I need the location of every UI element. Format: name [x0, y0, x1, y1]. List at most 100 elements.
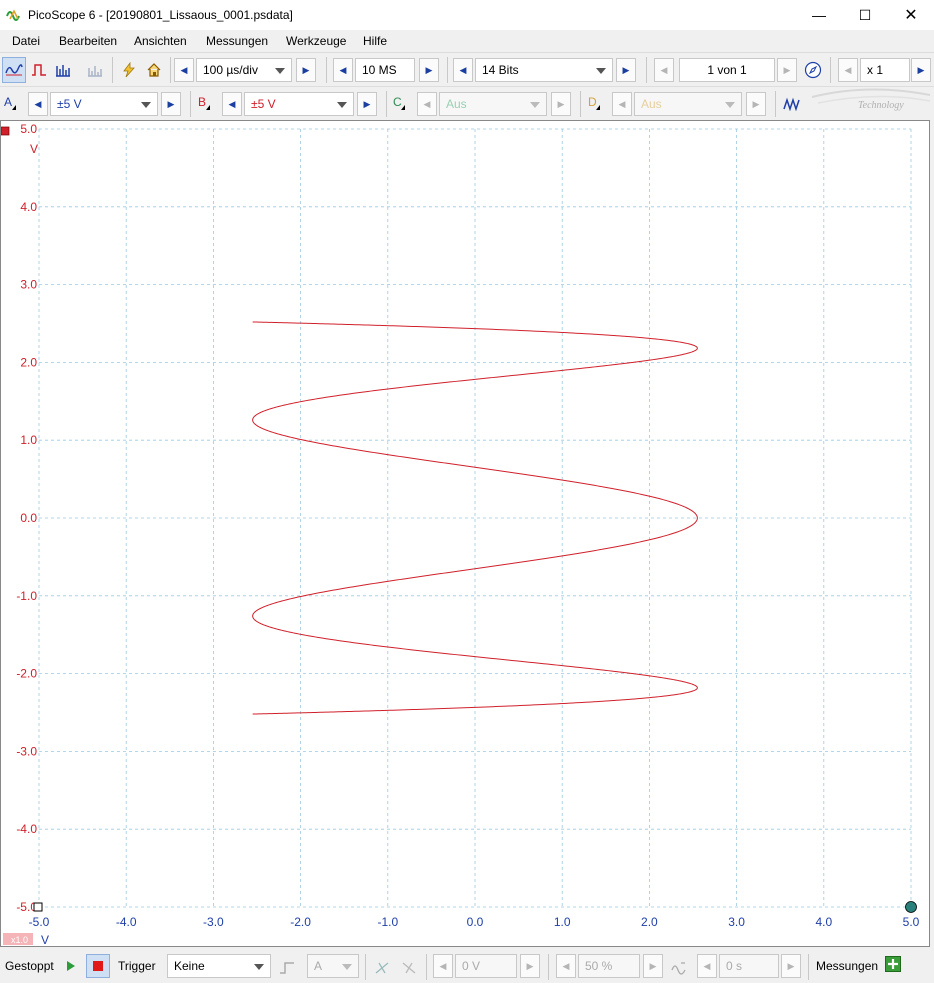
buffer-navigator-button[interactable] [802, 57, 824, 83]
x-tick-label: -1.0 [377, 915, 398, 929]
menu-bearbeiten[interactable]: Bearbeiten [59, 34, 117, 48]
trigger-source-select[interactable]: A [307, 954, 359, 978]
menu-ansichten[interactable]: Ansichten [134, 34, 187, 48]
falling-edge-button[interactable] [398, 955, 420, 981]
channel-d-options[interactable]: D [588, 95, 600, 110]
pretrigger-field[interactable]: 50 % [578, 954, 640, 978]
spectrum-mode-button[interactable] [52, 57, 74, 83]
corner-triangle-icon [596, 105, 600, 110]
channel-d-range-select[interactable]: Aus [634, 92, 742, 116]
xy-plot[interactable]: 5.0 4.0 3.0 2.0 1.0 0.0 -1.0 -2.0 -3.0 -4.0 -5.0 -… [1, 121, 931, 948]
title-bar: PicoScope 6 - [20190801_Lissaous_0001.ps… [0, 0, 934, 30]
serial-decode-button[interactable] [84, 57, 106, 83]
samples-next-button[interactable]: ▶ [419, 58, 439, 82]
close-button[interactable]: ✕ [888, 0, 934, 30]
default-setup-button[interactable] [143, 57, 165, 83]
channel-b-range-prev-button[interactable]: ◀ [222, 92, 242, 116]
channel-a-axis-marker[interactable] [905, 901, 917, 913]
x-tick-label: 4.0 [815, 915, 832, 929]
home-icon [147, 63, 161, 77]
page-prev-button[interactable]: ◀ [654, 58, 674, 82]
menu-messungen[interactable]: Messungen [206, 34, 268, 48]
pretrigger-value: 50 % [585, 959, 613, 973]
channel-b-axis-marker[interactable] [1, 126, 10, 136]
stop-button[interactable] [86, 954, 110, 978]
window-title: PicoScope 6 - [20190801_Lissaous_0001.ps… [28, 8, 293, 22]
lissajous-trace [252, 321, 698, 715]
timebase-select[interactable]: 100 µs/div [196, 58, 292, 82]
channel-b-range-value: ±5 V [251, 97, 276, 111]
persistence-mode-button[interactable] [28, 57, 50, 83]
trigger-label: Trigger [118, 959, 156, 973]
x-tick-label: 3.0 [728, 915, 745, 929]
resolution-select[interactable]: 14 Bits [475, 58, 613, 82]
zoom-next-button[interactable]: ▶ [911, 58, 931, 82]
delay-prev-button[interactable]: ◀ [697, 954, 717, 978]
corner-triangle-icon [401, 105, 405, 110]
trigger-edge-button[interactable] [276, 955, 298, 981]
channel-c-options[interactable]: C [393, 95, 405, 110]
corner-triangle-icon [12, 105, 16, 110]
zoom-field[interactable]: x 1 [860, 58, 910, 82]
samples-field[interactable]: 10 MS [355, 58, 415, 82]
rising-edge-button[interactable] [371, 955, 393, 981]
y-axis-tick-labels: 5.04.03.02.01.00.0-1.0-2.0-3.0-4.0-5.0 [16, 122, 37, 914]
channel-c-range-select[interactable]: Aus [439, 92, 547, 116]
zoom-prev-button[interactable]: ◀ [838, 58, 858, 82]
page-next-button[interactable]: ▶ [777, 58, 797, 82]
trigger-delay-field[interactable]: 0 s [719, 954, 779, 978]
scope-mode-button[interactable] [2, 57, 26, 83]
samples-prev-button[interactable]: ◀ [333, 58, 353, 82]
trigger-delay-value: 0 s [726, 959, 743, 973]
origin-marker[interactable] [33, 902, 43, 912]
channel-a-range-select[interactable]: ±5 V [50, 92, 158, 116]
y-tick-label: 5.0 [20, 122, 37, 136]
auto-setup-button[interactable] [118, 57, 140, 83]
x-tick-label: -4.0 [116, 915, 137, 929]
menu-werkzeuge[interactable]: Werkzeuge [286, 34, 346, 48]
maximize-button[interactable]: ☐ [842, 0, 888, 30]
level-next-button[interactable]: ▶ [520, 954, 540, 978]
xy-scope-view[interactable]: 5.0 4.0 3.0 2.0 1.0 0.0 -1.0 -2.0 -3.0 -4.0 -5.0 -… [0, 120, 930, 947]
channel-a-label: A [4, 95, 13, 109]
menu-hilfe[interactable]: Hilfe [363, 34, 387, 48]
minimize-button[interactable]: — [796, 0, 842, 30]
channel-b-range-next-button[interactable]: ▶ [357, 92, 377, 116]
timebase-next-button[interactable]: ▶ [296, 58, 316, 82]
falling-edge-icon [402, 962, 416, 974]
pretrigger-prev-button[interactable]: ◀ [556, 954, 576, 978]
page-value: 1 von 1 [707, 63, 747, 77]
x-tick-label: -2.0 [290, 915, 311, 929]
resolution-prev-button[interactable]: ◀ [453, 58, 473, 82]
start-button[interactable] [63, 955, 79, 977]
trigger-level-field[interactable]: 0 V [455, 954, 517, 978]
menu-bar: Datei Bearbeiten Ansichten Messungen Wer… [0, 30, 934, 52]
stop-icon [93, 961, 103, 971]
channel-b-range-select[interactable]: ±5 V [244, 92, 354, 116]
spectrum-icon [56, 65, 70, 77]
trigger-level-value: 0 V [462, 959, 481, 973]
x-axis-unit: V [41, 933, 49, 947]
channel-d-range-next-button[interactable]: ▶ [746, 92, 766, 116]
page-field[interactable]: 1 von 1 [679, 58, 775, 82]
trigger-source-value: A [314, 959, 323, 973]
timebase-prev-button[interactable]: ◀ [174, 58, 194, 82]
add-measurement-button[interactable] [885, 956, 901, 972]
channel-d-range-prev-button[interactable]: ◀ [612, 92, 632, 116]
channel-b-options[interactable]: B [198, 95, 210, 110]
trigger-delay-button[interactable] [668, 955, 690, 981]
channel-c-range-next-button[interactable]: ▶ [551, 92, 571, 116]
channel-c-range-prev-button[interactable]: ◀ [417, 92, 437, 116]
menu-datei[interactable]: Datei [12, 34, 40, 48]
channel-a-options[interactable]: A [4, 95, 16, 110]
delay-next-button[interactable]: ▶ [781, 954, 801, 978]
samples-value: 10 MS [362, 63, 397, 77]
trigger-mode-select[interactable]: Keine [167, 954, 271, 978]
channel-a-range-next-button[interactable]: ▶ [161, 92, 181, 116]
resolution-next-button[interactable]: ▶ [616, 58, 636, 82]
math-channels-button[interactable] [781, 91, 803, 117]
channel-a-range-prev-button[interactable]: ◀ [28, 92, 48, 116]
level-prev-button[interactable]: ◀ [433, 954, 453, 978]
chevron-down-icon [141, 102, 151, 108]
pretrigger-next-button[interactable]: ▶ [643, 954, 663, 978]
